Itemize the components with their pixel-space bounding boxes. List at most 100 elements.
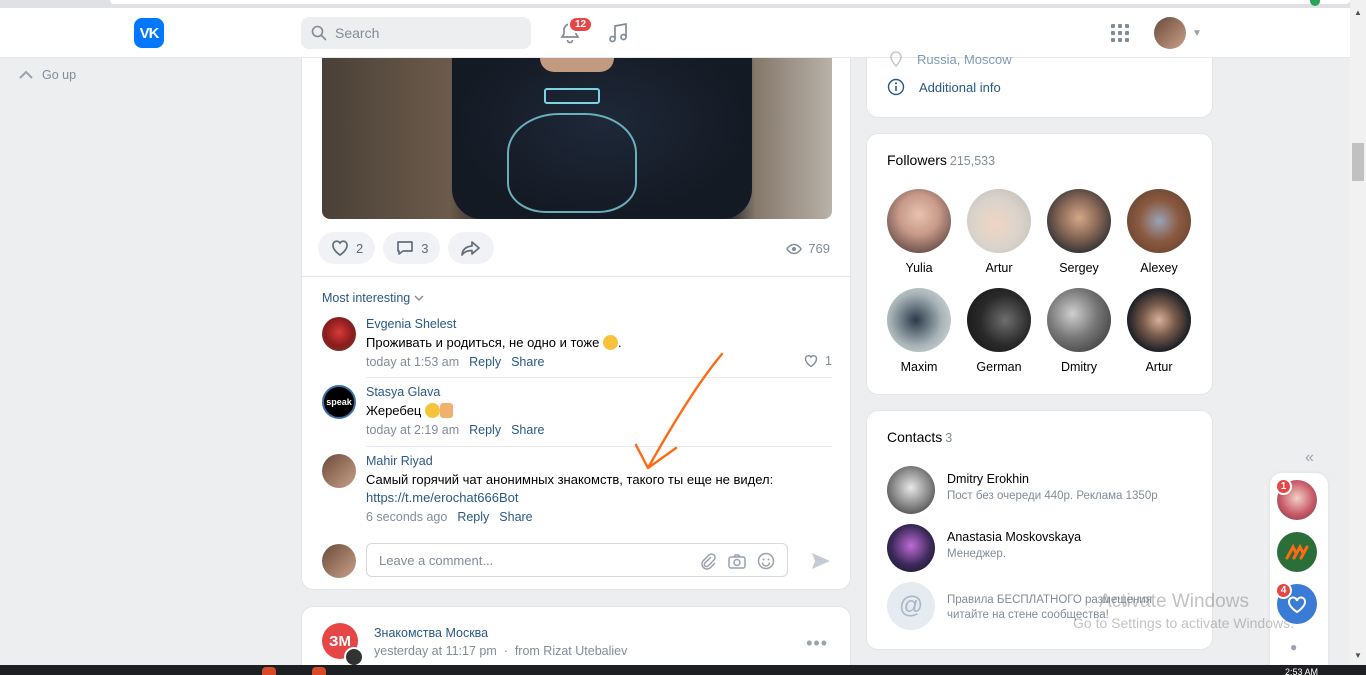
comments-sort-dropdown[interactable]: Most interesting — [322, 291, 424, 305]
apps-grid-icon[interactable] — [1110, 23, 1130, 43]
post-author[interactable]: from Rizat Utebaliev — [515, 644, 628, 658]
comment-link[interactable]: https://t.me/erochat666Bot — [366, 490, 832, 505]
comment-time[interactable]: today at 2:19 am — [366, 423, 459, 437]
profile-avatar[interactable] — [1154, 17, 1186, 49]
commenter-name[interactable]: Stasya Glava — [366, 385, 832, 399]
scrollbar-thumb[interactable] — [1352, 143, 1364, 181]
contacts-title[interactable]: Contacts 3 — [887, 429, 952, 445]
follower-item[interactable]: Sergey — [1039, 189, 1119, 275]
search-input[interactable]: Search — [301, 17, 531, 49]
chat-avatar[interactable] — [1277, 532, 1317, 572]
comment-text: Проживать и родиться, не одно и тоже . — [366, 335, 622, 350]
followers-title[interactable]: Followers 215,533 — [887, 152, 995, 168]
reply-link[interactable]: Reply — [457, 510, 489, 524]
taskbar-app-icon[interactable] — [312, 667, 326, 675]
top-header: VK Search 12 ▼ — [0, 8, 1350, 58]
contact-item[interactable]: Anastasia Moskovskaya Менеджер. — [887, 524, 1197, 572]
chat-unread-badge: 1 — [1275, 478, 1292, 495]
share-button[interactable] — [448, 232, 495, 264]
comment-like-button[interactable]: 1 — [803, 354, 832, 368]
share-icon — [461, 241, 481, 256]
laughing-emoji-icon — [602, 335, 618, 350]
commenter-avatar[interactable]: speak — [322, 385, 356, 419]
follower-name: Artur — [1145, 360, 1173, 374]
comment-icon — [397, 241, 414, 255]
commenter-name[interactable]: Evgenia Shelest — [366, 317, 832, 331]
page-scrollbar[interactable]: ▲ ▼ — [1350, 0, 1366, 665]
follower-item[interactable]: Dmitry — [1039, 288, 1119, 374]
smile-icon[interactable] — [757, 552, 775, 570]
follower-name: Maxim — [900, 360, 938, 374]
follower-avatar — [1047, 189, 1111, 253]
eye-icon — [786, 243, 803, 254]
follower-name: Dmitry — [1060, 360, 1098, 374]
additional-info-link[interactable]: Additional info — [887, 78, 1001, 96]
follower-item[interactable]: Artur — [1119, 288, 1199, 374]
comment-input-placeholder: Leave a comment... — [379, 552, 494, 568]
follower-item[interactable]: Alexey — [1119, 189, 1199, 275]
commenter-avatar[interactable] — [322, 317, 356, 351]
scroll-down-icon[interactable]: ▼ — [1354, 651, 1362, 660]
activation-watermark-text: Go to Settings to activate Windows. — [1073, 615, 1294, 631]
follower-avatar — [1047, 288, 1111, 352]
like-button[interactable]: 2 — [318, 232, 376, 264]
location-row: Russia, Moscow — [887, 50, 1012, 68]
follower-item[interactable]: German — [959, 288, 1039, 374]
chevron-down-icon[interactable]: ▼ — [1192, 28, 1202, 39]
search-placeholder: Search — [335, 25, 380, 41]
message-icon[interactable]: ● — [1290, 640, 1297, 654]
reply-link[interactable]: Reply — [469, 355, 501, 369]
chevrons-left-icon[interactable]: « — [1305, 449, 1314, 467]
taskbar-app-icon[interactable] — [262, 667, 276, 675]
follower-item[interactable]: Maxim — [879, 288, 959, 374]
post-time[interactable]: yesterday at 11:17 pm — [374, 644, 497, 658]
divider — [366, 446, 832, 447]
community-name[interactable]: Знакомства Москва — [374, 626, 488, 640]
browser-extension-icon[interactable] — [1310, 0, 1320, 6]
follower-name: German — [976, 360, 1022, 374]
post-actions: 2 3 — [318, 232, 495, 264]
attach-icon[interactable] — [699, 552, 717, 570]
photo-detail — [540, 58, 614, 72]
comment-meta: today at 2:19 am Reply Share — [366, 423, 832, 437]
search-icon — [311, 25, 327, 41]
contact-item[interactable]: Dmitry Erokhin Пост без очереди 440р. Ре… — [887, 466, 1197, 514]
reply-link[interactable]: Reply — [469, 423, 501, 437]
music-icon[interactable] — [606, 21, 630, 45]
current-user-avatar — [322, 544, 356, 578]
scroll-up-icon[interactable]: ▲ — [1354, 8, 1362, 17]
comment-time[interactable]: 6 seconds ago — [366, 510, 447, 524]
share-link[interactable]: Share — [511, 423, 544, 437]
author-avatar[interactable] — [344, 647, 364, 667]
taskbar-clock[interactable]: 2:53 AM — [1285, 667, 1318, 675]
comment-time[interactable]: today at 1:53 am — [366, 355, 459, 369]
browser-address-bar — [0, 0, 1366, 8]
post-photo[interactable] — [322, 58, 832, 219]
share-link[interactable]: Share — [499, 510, 532, 524]
contact-description: Менеджер. — [947, 548, 1006, 560]
comment-text: Самый горячий чат анонимных знакомств, т… — [366, 472, 774, 487]
vk-logo[interactable]: VK — [134, 18, 164, 48]
location-text[interactable]: Russia, Moscow — [917, 52, 1012, 67]
comment-button[interactable]: 3 — [383, 232, 441, 264]
commenter-avatar[interactable] — [322, 454, 356, 488]
follower-item[interactable]: Artur — [959, 189, 1039, 275]
contacts-title-text: Contacts — [887, 429, 943, 445]
commenter-name[interactable]: Mahir Riyad — [366, 454, 832, 468]
url-field[interactable] — [110, 0, 1350, 4]
follower-avatar — [887, 288, 951, 352]
follower-avatar — [1127, 189, 1191, 253]
camera-icon[interactable] — [727, 552, 747, 570]
comment-input[interactable]: Leave a comment... — [366, 543, 788, 577]
go-up-label: Go up — [42, 68, 77, 82]
more-options-icon[interactable]: ••• — [806, 633, 828, 654]
divider — [302, 276, 850, 277]
follower-item[interactable]: Yulia — [879, 189, 959, 275]
send-icon[interactable] — [810, 551, 832, 571]
contact-avatar — [887, 466, 935, 514]
follower-avatar — [967, 189, 1031, 253]
comment-text-content: Проживать и родиться, не одно и тоже — [366, 335, 600, 350]
go-up-button[interactable]: Go up — [18, 68, 76, 82]
share-link[interactable]: Share — [511, 355, 544, 369]
photo-detail — [544, 88, 600, 104]
